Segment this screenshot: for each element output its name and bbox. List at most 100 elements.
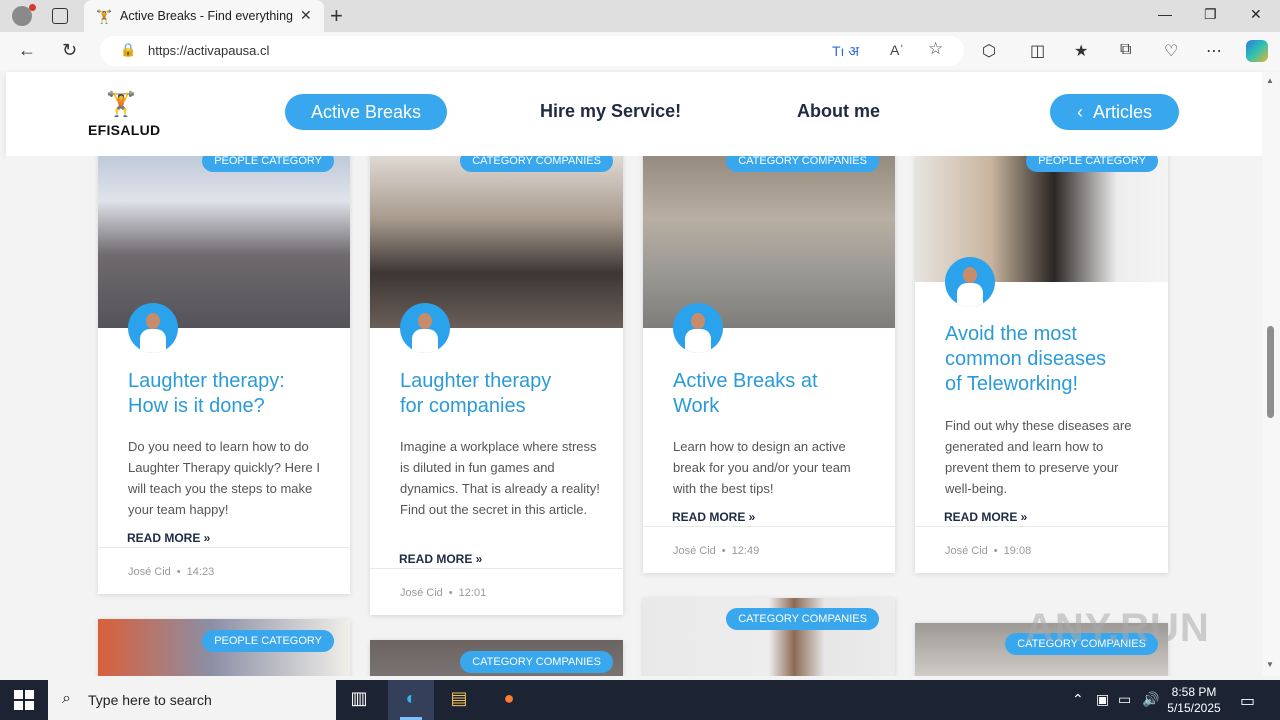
article-title[interactable]: Active Breaks at Work xyxy=(673,369,818,419)
taskbar-clock[interactable]: 8:58 PM 5/15/2025 xyxy=(1162,684,1226,716)
windows-start-icon[interactable] xyxy=(14,690,34,710)
author-avatar xyxy=(128,303,178,353)
logo-text[interactable]: EFISALUD xyxy=(88,122,160,138)
read-more-link[interactable]: READ MORE » xyxy=(127,531,210,545)
post-time: 19:08 xyxy=(1003,545,1032,557)
tab-title: Active Breaks - Find everything y xyxy=(120,9,296,23)
nav-articles-label: Articles xyxy=(1092,102,1152,122)
scroll-up-icon[interactable]: ▲ xyxy=(1266,76,1274,85)
translate-icon[interactable]: Tı अ xyxy=(832,42,859,61)
restore-icon[interactable]: ❐ xyxy=(1204,6,1217,23)
article-excerpt: Find out why these diseases are generate… xyxy=(945,418,1132,496)
article-title-line: Laughter therapy xyxy=(400,370,552,392)
article-meta: José Cid • 12:01 xyxy=(400,587,487,599)
category-badge[interactable]: PEOPLE CATEGORY xyxy=(202,630,334,652)
article-title[interactable]: Laughter therapy: How is it done? xyxy=(128,369,285,419)
read-aloud-icon[interactable]: Aʾ xyxy=(890,42,904,58)
card-divider xyxy=(98,547,350,548)
nav-active-breaks[interactable]: Active Breaks xyxy=(285,94,447,130)
site-favicon-icon: 🏋 xyxy=(96,9,113,24)
close-window-icon[interactable]: ✕ xyxy=(1250,6,1262,23)
card-divider xyxy=(370,568,623,569)
scrollbar-thumb[interactable] xyxy=(1267,326,1274,418)
author-name: José Cid xyxy=(400,587,443,599)
article-card[interactable]: CATEGORY COMPANIES Laughter therapy for … xyxy=(370,156,623,615)
page-scrollbar[interactable]: ▲ ▼ xyxy=(1262,72,1280,676)
device-icon[interactable]: ▣ xyxy=(1096,691,1109,708)
url-text[interactable]: https://activapausa.cl xyxy=(148,43,269,58)
author-name: José Cid xyxy=(128,566,171,578)
minimize-icon[interactable]: — xyxy=(1158,6,1172,22)
more-options-icon[interactable]: ⋯ xyxy=(1206,41,1222,61)
search-icon: ⌕ xyxy=(62,690,71,707)
category-badge[interactable]: CATEGORY COMPANIES xyxy=(726,156,879,172)
new-tab-icon[interactable]: + xyxy=(330,3,343,29)
file-explorer-icon[interactable]: ▤ xyxy=(446,688,472,712)
split-screen-icon[interactable]: ◫ xyxy=(1030,41,1045,61)
article-card[interactable]: PEOPLE CATEGORY Laughter therapy: How is… xyxy=(98,156,350,594)
back-icon[interactable]: ← xyxy=(18,40,36,61)
read-more-link[interactable]: READ MORE » xyxy=(944,510,1027,524)
collections-icon[interactable]: ⧉ xyxy=(1120,41,1131,59)
article-excerpt: Imagine a workplace where stress is dilu… xyxy=(400,439,600,517)
volume-icon[interactable]: 🔊 xyxy=(1142,691,1159,708)
category-badge[interactable]: PEOPLE CATEGORY xyxy=(202,156,334,172)
edge-taskbar-button[interactable]: ◐ xyxy=(388,680,434,720)
category-badge[interactable]: CATEGORY COMPANIES xyxy=(726,608,879,630)
show-hidden-icons-icon[interactable]: ⌃ xyxy=(1072,691,1084,708)
article-card[interactable]: PEOPLE CATEGORY xyxy=(98,619,350,676)
taskbar-search[interactable]: ⌕ Type here to search xyxy=(48,680,336,720)
close-tab-icon[interactable]: ✕ xyxy=(300,7,312,24)
firefox-icon[interactable]: ● xyxy=(496,688,522,712)
read-more-link[interactable]: READ MORE » xyxy=(399,552,482,566)
article-image[interactable] xyxy=(370,156,623,328)
task-view-icon[interactable]: ▥ xyxy=(346,688,372,712)
author-avatar xyxy=(945,257,995,307)
category-badge[interactable]: CATEGORY COMPANIES xyxy=(460,156,613,172)
copilot-icon[interactable] xyxy=(1246,40,1268,62)
article-card[interactable]: CATEGORY COMPANIES xyxy=(370,640,623,676)
browser-tab[interactable]: 🏋 Active Breaks - Find everything y ✕ xyxy=(84,0,324,32)
taskbar-search-placeholder: Type here to search xyxy=(88,692,212,708)
author-name: José Cid xyxy=(945,545,988,557)
article-title-line: Work xyxy=(673,395,720,417)
lock-icon[interactable]: 🔒 xyxy=(120,42,136,58)
notifications-icon[interactable]: ▭ xyxy=(1240,691,1255,711)
article-title-line: Active Breaks at xyxy=(673,370,818,392)
site-header: 🏋 EFISALUD Active Breaks Hire my Service… xyxy=(6,72,1262,156)
card-divider xyxy=(915,526,1168,527)
category-badge[interactable]: PEOPLE CATEGORY xyxy=(1026,156,1158,172)
network-icon[interactable]: ▭ xyxy=(1118,691,1131,708)
scroll-down-icon[interactable]: ▼ xyxy=(1266,660,1274,669)
article-title[interactable]: Avoid the most common diseases of Telewo… xyxy=(945,322,1106,397)
article-image[interactable] xyxy=(98,156,350,328)
article-title-line: How is it done? xyxy=(128,395,265,417)
article-card[interactable]: CATEGORY COMPANIES xyxy=(643,598,895,676)
dumbbell-logo-icon[interactable]: 🏋 xyxy=(106,90,136,119)
notification-dot xyxy=(29,4,36,11)
edge-icon: ◐ xyxy=(405,688,417,708)
tab-actions-icon[interactable] xyxy=(52,8,68,24)
browser-essentials-icon[interactable]: ♡ xyxy=(1164,41,1178,61)
article-meta: José Cid • 19:08 xyxy=(945,545,1032,557)
address-bar[interactable]: 🔒 https://activapausa.cl Tı अ Aʾ ☆ xyxy=(100,36,964,66)
card-divider xyxy=(643,526,895,527)
article-image[interactable] xyxy=(643,156,895,328)
nav-hire-service[interactable]: Hire my Service! xyxy=(540,101,681,122)
extensions-icon[interactable]: ⬡ xyxy=(982,41,996,61)
article-title-line: common diseases xyxy=(945,348,1107,370)
article-card[interactable]: PEOPLE CATEGORY Avoid the most common di… xyxy=(915,156,1168,573)
read-more-link[interactable]: READ MORE » xyxy=(672,510,755,524)
refresh-icon[interactable]: ↻ xyxy=(62,40,77,61)
article-title-line: Laughter therapy: xyxy=(128,370,285,392)
article-title[interactable]: Laughter therapy for companies xyxy=(400,369,551,419)
nav-articles[interactable]: ‹ Articles xyxy=(1050,94,1179,130)
category-badge[interactable]: CATEGORY COMPANIES xyxy=(460,651,613,673)
favorites-icon[interactable]: ★ xyxy=(1074,41,1088,61)
favorite-star-icon[interactable]: ☆ xyxy=(928,39,943,59)
windows-taskbar: ⌕ Type here to search ▥ ◐ ▤ ● ⌃ ▣ ▭ 🔊 8:… xyxy=(0,680,1280,720)
post-time: 14:23 xyxy=(186,566,215,578)
article-title-line: of Teleworking! xyxy=(945,373,1079,395)
nav-about-me[interactable]: About me xyxy=(797,101,880,122)
article-card[interactable]: CATEGORY COMPANIES Active Breaks at Work… xyxy=(643,156,895,573)
